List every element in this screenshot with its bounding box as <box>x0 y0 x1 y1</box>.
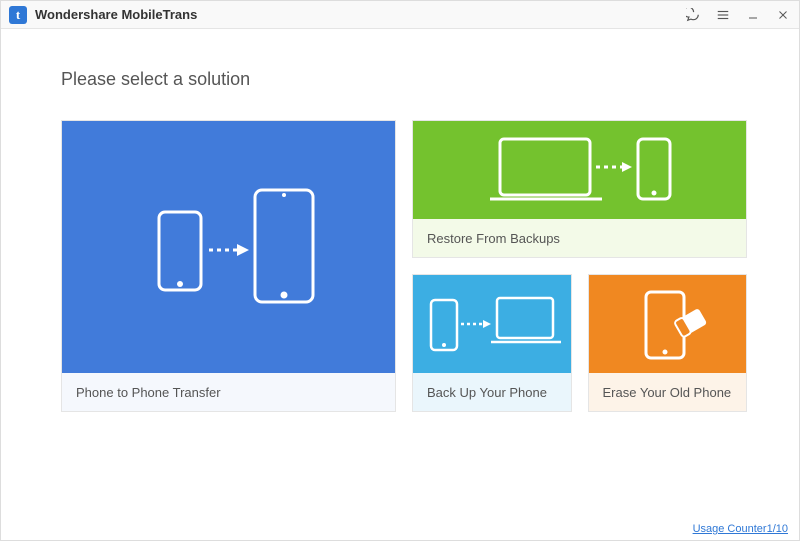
card-label: Erase Your Old Phone <box>589 373 747 411</box>
minimize-icon[interactable] <box>745 7 761 23</box>
solution-grid: Phone to Phone Transfer Restore From Bac… <box>61 120 739 412</box>
feedback-icon[interactable] <box>685 7 701 23</box>
window-controls <box>685 7 791 23</box>
erase-icon <box>589 275 747 373</box>
card-label: Phone to Phone Transfer <box>62 373 395 411</box>
app-logo-icon: t <box>9 6 27 24</box>
usage-counter-link[interactable]: Usage Counter1/10 <box>693 523 788 535</box>
card-label: Back Up Your Phone <box>413 373 571 411</box>
app-title-product: MobileTrans <box>121 7 197 22</box>
menu-icon[interactable] <box>715 7 731 23</box>
card-phone-to-phone-transfer[interactable]: Phone to Phone Transfer <box>61 120 396 412</box>
footer: Usage Counter1/10 <box>693 523 788 535</box>
app-title-prefix: Wondershare <box>35 7 121 22</box>
page-heading: Please select a solution <box>61 69 739 90</box>
usage-count: 1/10 <box>767 523 788 535</box>
card-erase-your-old-phone[interactable]: Erase Your Old Phone <box>588 274 748 412</box>
card-back-up-your-phone[interactable]: Back Up Your Phone <box>412 274 572 412</box>
phone-to-phone-icon <box>62 121 395 373</box>
card-label: Restore From Backups <box>413 219 746 257</box>
content-area: Please select a solution Phone to Pho <box>1 29 799 422</box>
backup-icon <box>413 275 571 373</box>
app-title: Wondershare MobileTrans <box>35 7 197 22</box>
card-restore-from-backups[interactable]: Restore From Backups <box>412 120 747 258</box>
restore-icon <box>413 121 746 219</box>
titlebar: t Wondershare MobileTrans <box>1 1 799 29</box>
close-icon[interactable] <box>775 7 791 23</box>
usage-label: Usage Counter <box>693 523 767 535</box>
